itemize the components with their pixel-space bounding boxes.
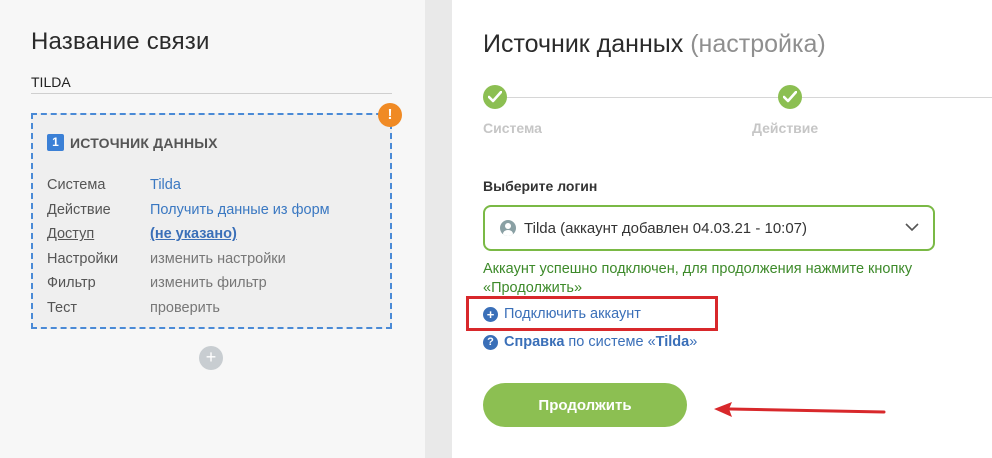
question-circle-icon: ?	[483, 334, 498, 350]
steps-progress-line	[483, 97, 992, 98]
access-link[interactable]: (не указано)	[150, 226, 237, 242]
row-key: Действие	[47, 201, 111, 218]
connection-title: Название связи	[31, 28, 210, 55]
action-link[interactable]: Получить данные из форм	[150, 202, 330, 218]
help-system: Tilda	[655, 334, 690, 350]
step-done-check-icon[interactable]	[778, 85, 802, 109]
connect-account-label: Подключить аккаунт	[504, 306, 641, 322]
login-field-label: Выберите логин	[483, 178, 598, 194]
card-row-test: Тест проверить	[47, 296, 330, 321]
row-key: Система	[47, 177, 106, 194]
add-step-button[interactable]: +	[199, 346, 223, 370]
login-select[interactable]: Tilda (аккаунт добавлен 04.03.21 - 10:07…	[483, 205, 935, 251]
chevron-down-icon	[905, 223, 919, 232]
step-number-badge: 1	[47, 134, 64, 151]
test-link[interactable]: проверить	[150, 300, 220, 316]
success-message: Аккаунт успешно подключен, для продолжен…	[483, 261, 913, 296]
help-middle: по системе «	[564, 334, 656, 350]
filter-link[interactable]: изменить фильтр	[150, 275, 267, 291]
login-select-value: Tilda (аккаунт добавлен 04.03.21 - 10:07…	[524, 219, 808, 237]
title-main: Источник данных	[483, 30, 684, 58]
help-suffix: »	[689, 334, 698, 350]
title-sub: (настройка)	[690, 30, 826, 58]
connection-name-field[interactable]: TILDA	[31, 72, 392, 94]
source-step-card[interactable]: ! 1 ИСТОЧНИК ДАННЫХ Система Tilda Действ…	[31, 103, 402, 329]
card-row-access: Доступ (не указано)	[47, 222, 330, 247]
plus-circle-icon: +	[483, 306, 498, 322]
settings-link[interactable]: изменить настройки	[150, 251, 286, 267]
row-key: Доступ	[47, 226, 95, 243]
system-link[interactable]: Tilda	[150, 177, 181, 193]
card-header-label: ИСТОЧНИК ДАННЫХ	[70, 134, 218, 151]
help-link[interactable]: ? Справка по системе «Tilda»	[483, 334, 697, 350]
row-key: Тест	[47, 299, 77, 316]
source-settings-panel: Источник данных (настройка) Система Дейс…	[452, 0, 992, 458]
step-done-check-icon[interactable]	[483, 85, 507, 109]
help-prefix: Справка	[504, 334, 565, 350]
row-key: Фильтр	[47, 275, 96, 292]
step-label-system[interactable]: Система	[483, 120, 542, 136]
card-row-filter: Фильтр изменить фильтр	[47, 271, 330, 296]
warning-icon: !	[378, 103, 402, 127]
continue-button[interactable]: Продолжить	[483, 383, 687, 427]
user-icon	[500, 220, 516, 236]
card-header: 1 ИСТОЧНИК ДАННЫХ	[47, 134, 218, 151]
card-row-action: Действие Получить данные из форм	[47, 198, 330, 223]
card-row-system: Система Tilda	[47, 173, 330, 198]
connection-panel: Название связи TILDA ! 1 ИСТОЧНИК ДАННЫХ…	[0, 0, 425, 458]
step-label-action[interactable]: Действие	[752, 120, 818, 136]
arrow-left-icon	[714, 402, 886, 417]
page-title: Источник данных (настройка)	[483, 30, 826, 59]
connect-account-link[interactable]: + Подключить аккаунт	[483, 306, 641, 322]
row-key: Настройки	[47, 250, 119, 267]
card-row-settings: Настройки изменить настройки	[47, 247, 330, 272]
panel-divider	[425, 0, 452, 458]
card-rows: Система Tilda Действие Получить данные и…	[47, 173, 330, 320]
